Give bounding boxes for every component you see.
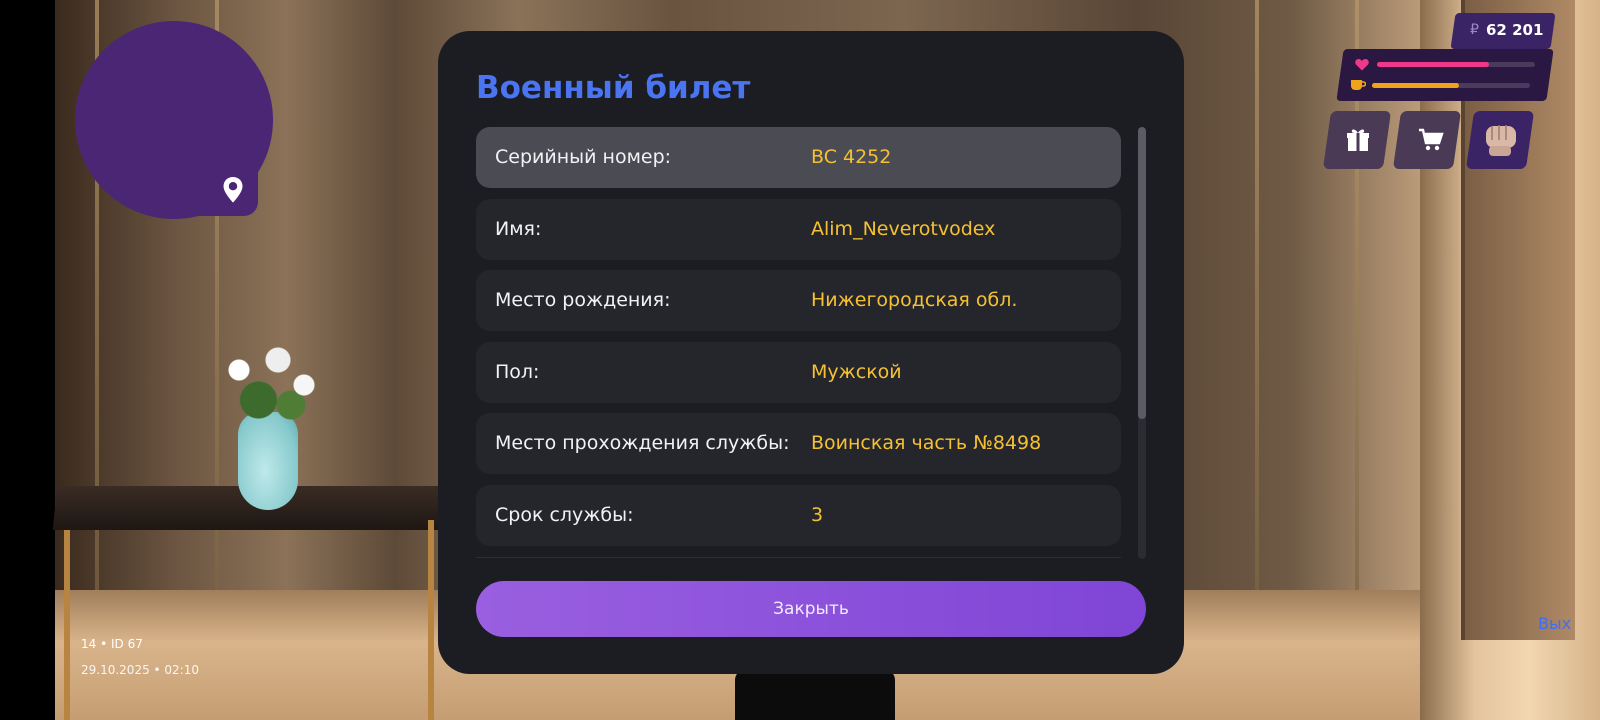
- hunger-bar-fill: [1372, 83, 1459, 88]
- location-pin-icon[interactable]: [221, 176, 245, 204]
- row-value: Воинская часть №8498: [811, 432, 1042, 454]
- scrollbar[interactable]: [1138, 127, 1146, 559]
- exit-button[interactable]: Вых: [1538, 614, 1571, 633]
- row-value: BC 4252: [811, 146, 892, 168]
- divider: [476, 557, 1121, 558]
- ruble-icon: ₽: [1470, 22, 1479, 38]
- row-label: Серийный номер:: [495, 146, 672, 168]
- info-row-name[interactable]: Имя: Alim_Neverotvodex: [476, 199, 1121, 260]
- info-row-birthplace[interactable]: Место рождения: Нижегородская обл.: [476, 270, 1121, 331]
- hunger-bar: [1372, 83, 1530, 88]
- money-amount: 62 201: [1486, 21, 1544, 39]
- scrollbar-thumb[interactable]: [1138, 127, 1146, 419]
- info-row-serial[interactable]: Серийный номер: BC 4252: [476, 127, 1121, 188]
- row-value: Мужской: [811, 361, 902, 383]
- row-label: Срок службы:: [495, 504, 634, 526]
- health-bar: [1377, 62, 1535, 67]
- info-row-service-term[interactable]: Срок службы: 3: [476, 485, 1121, 546]
- cup-icon: [1351, 80, 1366, 90]
- table-leg: [428, 520, 434, 720]
- row-label: Пол:: [495, 361, 540, 383]
- row-value: Нижегородская обл.: [811, 289, 1018, 311]
- fist-icon: [1486, 125, 1516, 156]
- health-bar-fill: [1377, 62, 1490, 67]
- heart-icon: [1355, 59, 1369, 71]
- row-label: Имя:: [495, 218, 542, 240]
- row-value: Alim_Neverotvodex: [811, 218, 996, 240]
- door: [1420, 0, 1600, 720]
- page-title: Военный билет: [476, 70, 751, 106]
- row-value: 3: [811, 504, 824, 526]
- close-button[interactable]: Закрыть: [476, 581, 1146, 637]
- row-label: Место прохождения службы:: [495, 432, 790, 454]
- datetime: 29.10.2025 • 02:10: [81, 663, 199, 677]
- player-character: [735, 670, 895, 720]
- info-row-service-place[interactable]: Место прохождения службы: Воинская часть…: [476, 413, 1121, 474]
- player-id: 14 • ID 67: [81, 637, 143, 651]
- info-row-gender[interactable]: Пол: Мужской: [476, 342, 1121, 403]
- stats-panel: [1336, 49, 1554, 101]
- cart-icon: [1419, 128, 1444, 151]
- gift-icon: [1347, 129, 1369, 151]
- wall-trim: [1255, 0, 1259, 600]
- row-label: Место рождения:: [495, 289, 671, 311]
- flowers: [200, 330, 330, 430]
- table-leg: [64, 530, 70, 720]
